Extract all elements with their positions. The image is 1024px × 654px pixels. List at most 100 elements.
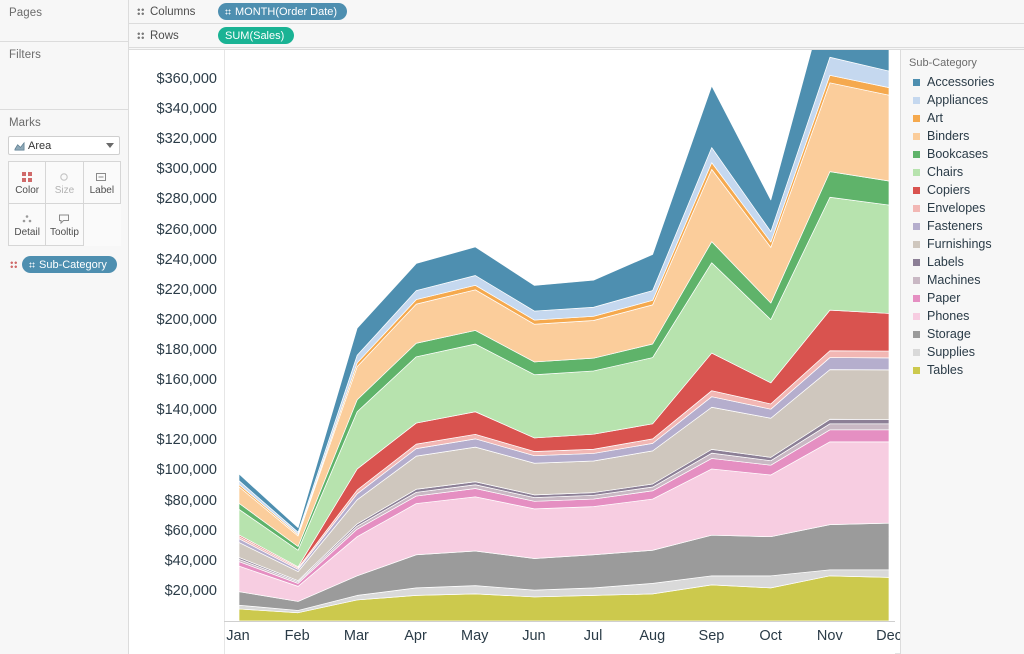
legend-item-label: Copiers [927, 183, 970, 197]
area-mark-icon [14, 141, 25, 152]
y-axis-tick-label: $200,000 [157, 312, 217, 328]
legend-item[interactable]: Accessories [901, 73, 1024, 91]
columns-pill-month-order-date[interactable]: MONTH(Order Date) [218, 3, 347, 20]
y-axis-tick-label: $320,000 [157, 131, 217, 147]
legend-item[interactable]: Furnishings [901, 235, 1024, 253]
y-axis-tick-label: $40,000 [165, 553, 217, 569]
legend-swatch-icon [913, 367, 920, 374]
tooltip-button[interactable]: Tooltip [46, 204, 83, 246]
filters-shelf[interactable]: Filters [0, 42, 128, 110]
tooltip-button-label: Tooltip [50, 227, 79, 238]
legend-swatch-icon [913, 223, 920, 230]
x-axis-tick-label: Jan [226, 628, 249, 644]
legend-item-label: Bookcases [927, 147, 988, 161]
legend-item[interactable]: Fasteners [901, 217, 1024, 235]
detail-button[interactable]: Detail [9, 204, 46, 246]
legend-title: Sub-Category [901, 50, 1024, 73]
y-axis-tick-label: $240,000 [157, 252, 217, 268]
legend-swatch-icon [913, 187, 920, 194]
y-axis-tick-label: $140,000 [157, 402, 217, 418]
y-axis-tick-label: $100,000 [157, 462, 217, 478]
legend-item-label: Chairs [927, 165, 963, 179]
legend-swatch-icon [913, 97, 920, 104]
legend-item-label: Tables [927, 363, 963, 377]
legend-swatch-icon [913, 79, 920, 86]
y-axis-tick-label: $300,000 [157, 161, 217, 177]
chevron-down-icon[interactable] [106, 143, 114, 148]
legend-item[interactable]: Labels [901, 253, 1024, 271]
x-axis-tick-label: Sep [699, 628, 725, 644]
area-chart-plot[interactable] [224, 50, 895, 654]
y-axis-tick-label: $180,000 [157, 342, 217, 358]
legend-item[interactable]: Art [901, 109, 1024, 127]
y-axis-tick-label: $80,000 [165, 493, 217, 509]
legend-item[interactable]: Phones [901, 307, 1024, 325]
legend-item[interactable]: Storage [901, 325, 1024, 343]
pages-shelf[interactable]: Pages [0, 0, 128, 42]
legend-item-label: Supplies [927, 345, 975, 359]
legend-item[interactable]: Bookcases [901, 145, 1024, 163]
rows-shelf-label: Rows [150, 30, 218, 42]
filters-title: Filters [0, 42, 128, 61]
mark-type-dropdown[interactable]: Area [8, 136, 120, 155]
left-sidebar: Pages Filters Marks Area [0, 0, 129, 654]
label-button[interactable]: Label [84, 162, 121, 204]
color-legend: Sub-Category Accessories Appliances Art Bin… [900, 50, 1024, 654]
rows-pill-label: SUM(Sales) [225, 30, 284, 42]
rows-pill-sum-sales[interactable]: SUM(Sales) [218, 27, 294, 44]
legend-item-label: Paper [927, 291, 960, 305]
shelf-area: Columns MONTH(Order Date) Rows SUM(Sales… [129, 0, 1024, 49]
legend-item[interactable]: Tables [901, 361, 1024, 379]
mark-property-buttons: Color Size [8, 161, 121, 246]
y-axis-tick-label: $260,000 [157, 222, 217, 238]
x-axis-tick-label: Dec [876, 628, 902, 644]
legend-item[interactable]: Paper [901, 289, 1024, 307]
plot-container: $360,000$340,000$320,000$300,000$280,000… [129, 50, 895, 654]
color-icon [21, 170, 34, 182]
legend-item-label: Labels [927, 255, 964, 269]
legend-item-label: Fasteners [927, 219, 983, 233]
marks-pill-sub-category[interactable]: Sub-Category [22, 256, 117, 273]
legend-swatch-icon [913, 133, 920, 140]
legend-item[interactable]: Machines [901, 271, 1024, 289]
x-axis-tick-label: Feb [285, 628, 310, 644]
legend-swatch-icon [913, 313, 920, 320]
legend-item-label: Art [927, 111, 943, 125]
legend-item-label: Machines [927, 273, 981, 287]
legend-swatch-icon [913, 205, 920, 212]
legend-item[interactable]: Binders [901, 127, 1024, 145]
y-axis-tick-label: $280,000 [157, 191, 217, 207]
x-axis-tick-label: Apr [404, 628, 427, 644]
x-axis[interactable]: JanFebMarAprMayJunJulAugSepOctNovDec [224, 621, 895, 654]
legend-swatch-icon [913, 241, 920, 248]
color-button[interactable]: Color [9, 162, 46, 204]
x-axis-tick-label: Oct [759, 628, 782, 644]
legend-swatch-icon [913, 259, 920, 266]
tableau-worksheet: Pages Filters Marks Area [0, 0, 1024, 654]
legend-item-label: Binders [927, 129, 969, 143]
marks-color-pill-row: Sub-Category [10, 256, 128, 273]
mark-type-value: Area [28, 140, 106, 152]
tooltip-icon [58, 212, 71, 224]
marks-pill-label: Sub-Category [39, 259, 107, 271]
legend-item-label: Storage [927, 327, 971, 341]
y-axis-tick-label: $160,000 [157, 372, 217, 388]
pages-title: Pages [0, 0, 128, 19]
marks-title: Marks [0, 110, 128, 129]
legend-item[interactable]: Envelopes [901, 199, 1024, 217]
legend-item-label: Appliances [927, 93, 988, 107]
y-axis-tick-label: $340,000 [157, 101, 217, 117]
size-icon [58, 170, 71, 182]
legend-item[interactable]: Chairs [901, 163, 1024, 181]
size-button[interactable]: Size [46, 162, 83, 204]
legend-item[interactable]: Supplies [901, 343, 1024, 361]
legend-item[interactable]: Appliances [901, 91, 1024, 109]
legend-item[interactable]: Copiers [901, 181, 1024, 199]
label-icon [95, 170, 108, 182]
y-axis[interactable]: $360,000$340,000$320,000$300,000$280,000… [129, 50, 224, 654]
legend-swatch-icon [913, 151, 920, 158]
legend-swatch-icon [913, 331, 920, 338]
columns-shelf[interactable]: Columns MONTH(Order Date) [129, 0, 1024, 24]
y-axis-tick-label: $20,000 [165, 583, 217, 599]
rows-shelf[interactable]: Rows SUM(Sales) [129, 24, 1024, 48]
